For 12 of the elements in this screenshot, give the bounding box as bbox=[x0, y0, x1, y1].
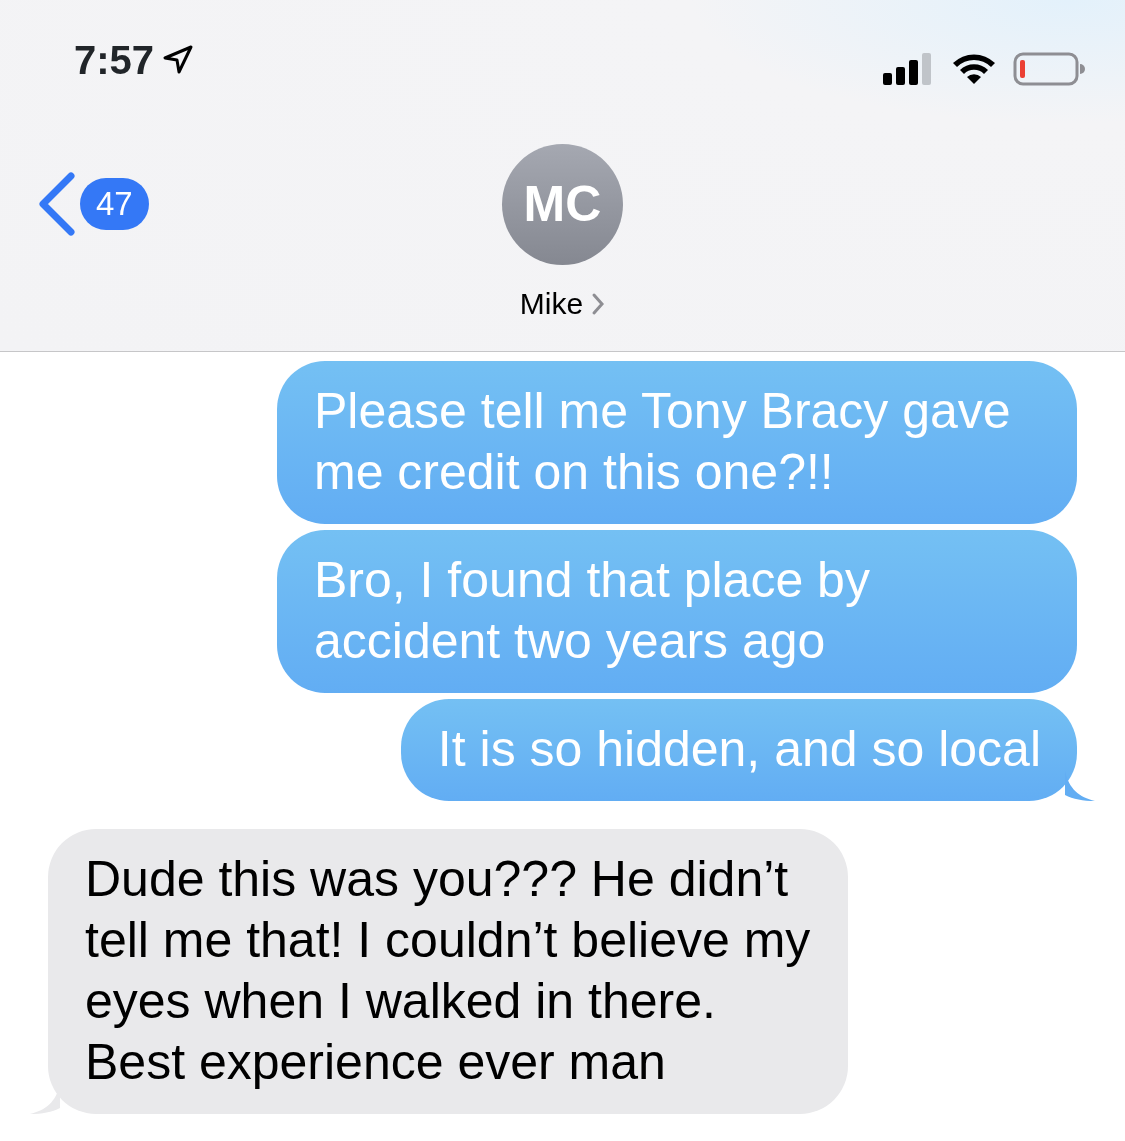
sent-message-bubble: Bro, I found that place by accident two years ago bbox=[277, 530, 1077, 693]
sent-message-bubble: Please tell me Tony Bracy gave me credit on this one?!! bbox=[277, 361, 1077, 524]
battery-icon bbox=[1013, 52, 1085, 86]
contact-avatar[interactable]: MC bbox=[502, 144, 623, 265]
unread-count-badge: 47 bbox=[80, 178, 149, 230]
status-time: 7:57 bbox=[74, 40, 155, 80]
contact-name-button[interactable]: Mike bbox=[519, 281, 606, 326]
wifi-icon bbox=[951, 53, 997, 85]
chevron-right-icon bbox=[591, 291, 606, 316]
location-arrow-icon bbox=[162, 44, 195, 76]
back-chevron-icon bbox=[38, 172, 76, 236]
back-button[interactable]: 47 bbox=[38, 172, 149, 236]
